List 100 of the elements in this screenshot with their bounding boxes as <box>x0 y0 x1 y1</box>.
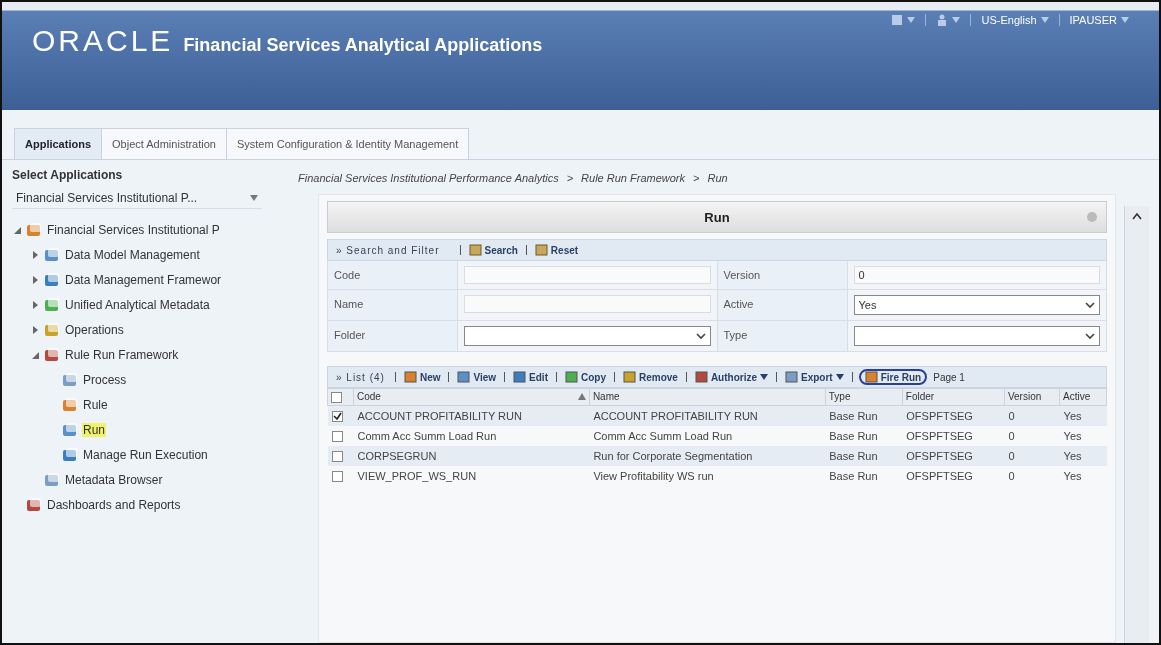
table-cell: Base Run <box>825 405 903 426</box>
dropdown-chevron-icon <box>1085 332 1095 340</box>
table-cell: Base Run <box>825 445 903 466</box>
select-field[interactable] <box>464 326 711 346</box>
toolbar-icon <box>564 371 578 383</box>
table-cell: View Profitability WS run <box>589 465 826 486</box>
toolbar-icon <box>457 371 471 383</box>
node-icon <box>44 296 60 313</box>
input-field[interactable]: 0 <box>853 266 1100 284</box>
table-cell: VIEW_PROF_WS_RUN <box>353 465 590 486</box>
table-cell: 0 <box>1004 405 1060 426</box>
caret-icon <box>907 17 916 23</box>
breadcrumb-link[interactable]: Run <box>707 172 728 184</box>
tree-item[interactable]: Rule <box>82 397 109 412</box>
tree-item[interactable]: Operations <box>64 322 125 337</box>
breadcrumb-link[interactable]: Financial Services Institutional Performance Analytics <box>298 172 559 184</box>
tree-item[interactable]: Run <box>82 422 106 437</box>
collapsed-arrow-icon[interactable] <box>30 299 40 310</box>
toolbar-button[interactable]: Edit <box>511 371 550 383</box>
row-checkbox[interactable] <box>331 471 343 483</box>
table-cell: 0 <box>1004 445 1060 466</box>
node-icon <box>44 321 60 338</box>
input-field[interactable] <box>464 266 711 284</box>
tab[interactable]: Object Administration <box>101 128 227 159</box>
field-label: Folder <box>328 321 458 352</box>
column-header[interactable]: Folder <box>902 388 1005 406</box>
tab[interactable]: System Configuration & Identity Management <box>225 128 470 159</box>
table-cell: Yes <box>1059 425 1107 446</box>
collapsed-arrow-icon[interactable] <box>30 274 40 285</box>
caret-icon <box>250 195 258 201</box>
input-field[interactable] <box>464 295 711 313</box>
toolbar-button[interactable]: Search <box>466 244 520 256</box>
menu-dropdown[interactable]: US-English <box>970 14 1059 26</box>
toolbar-button[interactable]: Reset <box>532 244 581 256</box>
tree-item[interactable]: Unified Analytical Metadata <box>64 297 211 312</box>
toolbar-button[interactable]: View <box>455 371 499 383</box>
node-icon <box>44 471 60 488</box>
tree-item[interactable]: Dashboards and Reports <box>46 497 182 512</box>
toolbar-icon <box>534 244 548 256</box>
field-label: Code <box>328 261 458 290</box>
node-icon <box>26 221 42 238</box>
person-icon <box>936 14 949 26</box>
toolbar-icon <box>403 371 417 383</box>
node-icon <box>62 396 78 413</box>
menu-dropdown[interactable]: IPAUSER <box>1058 14 1139 26</box>
caret-icon <box>1040 17 1049 23</box>
toolbar-button[interactable]: Copy <box>562 371 608 383</box>
column-header[interactable]: Type <box>825 388 903 406</box>
scrollbar[interactable] <box>1124 206 1149 643</box>
collapsed-arrow-icon[interactable] <box>30 249 40 260</box>
node-icon <box>44 246 60 263</box>
field-label: Active <box>717 290 848 321</box>
node-icon <box>62 421 78 438</box>
row-checkbox[interactable] <box>331 431 343 443</box>
check-icon <box>332 412 342 422</box>
breadcrumb-separator: > <box>566 172 574 184</box>
column-header[interactable]: Name <box>589 388 826 406</box>
toolbar-button[interactable]: Remove <box>620 371 680 383</box>
field-label: Version <box>717 261 848 290</box>
table-cell: ACCOUNT PROFITABILITY RUN <box>589 405 826 426</box>
tree-item[interactable]: Metadata Browser <box>64 472 164 487</box>
tab[interactable]: Applications <box>14 128 102 159</box>
section-title[interactable]: » List (4) <box>336 371 385 383</box>
table-cell: Comm Acc Summ Load Run <box>589 425 826 446</box>
breadcrumb-link[interactable]: Rule Run Framework <box>581 172 685 184</box>
column-header[interactable]: Active <box>1059 388 1107 406</box>
column-header[interactable]: Version <box>1004 388 1060 406</box>
caret-icon <box>1121 17 1129 23</box>
dropdown-chevron-icon <box>695 332 706 340</box>
sidebar-title: Select Applications <box>12 168 124 182</box>
select-field[interactable] <box>853 326 1100 346</box>
grid-icon <box>891 14 904 26</box>
toolbar-button[interactable]: New <box>401 371 443 383</box>
panel-title: Run <box>327 201 1107 233</box>
dropdown-chevron-icon <box>1085 301 1095 309</box>
node-icon <box>44 271 60 288</box>
select-field[interactable]: Yes <box>853 295 1100 315</box>
node-icon <box>62 446 78 463</box>
toolbar-button[interactable]: Authorize <box>692 371 770 383</box>
tree-item[interactable]: Manage Run Execution <box>82 447 209 462</box>
toolbar-icon <box>622 371 636 383</box>
caret-icon <box>952 17 961 23</box>
row-checkbox[interactable] <box>331 451 343 463</box>
toolbar-button[interactable]: Fire Run <box>858 369 928 385</box>
section-title[interactable]: » Search and Filter <box>336 244 440 256</box>
tree-item[interactable]: Process <box>82 372 128 387</box>
toolbar-icon <box>785 371 798 383</box>
table-cell: Run for Corporate Segmentation <box>589 445 826 466</box>
select-all-checkbox[interactable] <box>331 391 342 403</box>
tree-item[interactable]: Data Model Management <box>64 247 201 262</box>
caret-icon <box>760 374 768 380</box>
tree-item[interactable]: Data Management Framewor <box>64 272 223 287</box>
scroll-up-icon[interactable] <box>1132 212 1142 220</box>
row-checkbox[interactable] <box>331 411 343 423</box>
node-icon <box>26 496 42 513</box>
column-header[interactable]: Code <box>353 388 590 406</box>
tree-item[interactable]: Financial Services Institutional P <box>46 222 221 237</box>
toolbar-button[interactable]: Export <box>783 371 846 383</box>
tree-item[interactable]: Rule Run Framework <box>64 347 180 362</box>
collapsed-arrow-icon[interactable] <box>30 324 40 335</box>
